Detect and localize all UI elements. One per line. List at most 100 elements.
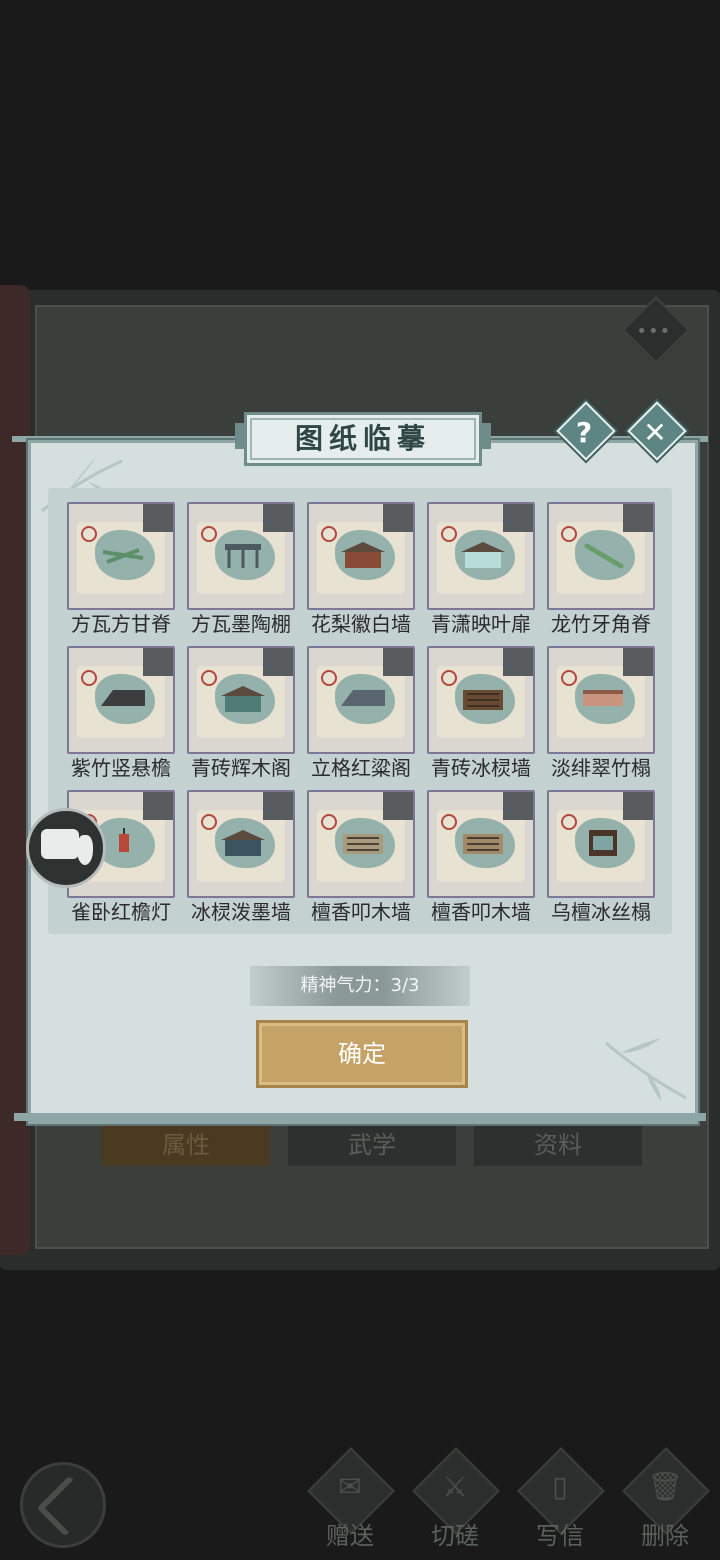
blueprint-card[interactable]	[547, 502, 655, 610]
furniture-blueprint-icon	[102, 548, 144, 564]
seal-icon	[321, 526, 337, 542]
corner-badge	[263, 504, 293, 532]
seal-icon	[561, 814, 577, 830]
corner-badge	[383, 792, 413, 820]
corner-badge	[623, 792, 653, 820]
title-plate-ear-right	[479, 423, 491, 449]
furniture-blueprint-icon	[341, 690, 385, 706]
letter-label: 写信	[536, 1522, 584, 1550]
blueprint-item[interactable]: 檀香叩木墙	[427, 790, 535, 924]
blueprint-item[interactable]: 龙竹牙角脊	[547, 502, 655, 636]
blueprint-item[interactable]: 方瓦方甘脊	[67, 502, 175, 636]
seal-icon	[201, 526, 217, 542]
seal-icon	[441, 814, 457, 830]
corner-badge	[143, 792, 173, 820]
blueprint-item[interactable]: 方瓦墨陶棚	[187, 502, 295, 636]
blueprint-name: 淡绯翠竹榻	[551, 756, 651, 780]
blueprint-item[interactable]: 乌檀冰丝榻	[547, 790, 655, 924]
seal-icon	[201, 814, 217, 830]
energy-status: 精神气力：3/3	[250, 966, 470, 1006]
blueprint-item[interactable]: 淡绯翠竹榻	[547, 646, 655, 780]
seal-icon	[321, 814, 337, 830]
furniture-blueprint-icon	[584, 543, 624, 569]
tab-profile[interactable]: 资料	[472, 1122, 644, 1168]
close-icon[interactable]: ✕	[634, 412, 676, 454]
more-icon: •••	[636, 320, 672, 342]
gift-button[interactable]: ✉ 赠送	[305, 1447, 395, 1552]
blueprint-card[interactable]	[187, 646, 295, 754]
delete-label: 删除	[641, 1522, 689, 1550]
blueprint-card[interactable]	[187, 502, 295, 610]
seal-icon	[561, 670, 577, 686]
seal-icon	[441, 670, 457, 686]
blueprint-card[interactable]	[67, 502, 175, 610]
blueprint-item[interactable]: 青潇映叶扉	[427, 502, 535, 636]
bottom-bar: ✉ 赠送 ⚔ 切磋 ▯ 写信 🗑 删除	[0, 1447, 720, 1560]
furniture-blueprint-icon	[221, 686, 265, 712]
furniture-blueprint-icon	[461, 542, 505, 568]
blueprint-card[interactable]	[307, 502, 415, 610]
corner-badge	[503, 504, 533, 532]
corner-badge	[263, 648, 293, 676]
blueprint-name: 乌檀冰丝榻	[551, 900, 651, 924]
blueprint-name: 花梨徽白墙	[311, 612, 411, 636]
furniture-blueprint-icon	[221, 830, 265, 856]
blueprint-name: 冰棂泼墨墙	[191, 900, 291, 924]
blueprint-name: 方瓦墨陶棚	[191, 612, 291, 636]
write-letter-button[interactable]: ▯ 写信	[515, 1447, 605, 1552]
blueprint-name: 檀香叩木墙	[311, 900, 411, 924]
blueprint-card[interactable]	[547, 646, 655, 754]
corner-badge	[383, 504, 413, 532]
tab-martial-arts[interactable]: 武学	[286, 1122, 458, 1168]
delete-button[interactable]: 🗑 删除	[620, 1447, 710, 1552]
seal-icon	[81, 670, 97, 686]
blueprint-name: 雀卧红檐灯	[71, 900, 171, 924]
blueprint-card[interactable]	[547, 790, 655, 898]
vase-icon	[77, 835, 93, 865]
question-icon[interactable]: ?	[563, 412, 605, 454]
blueprint-card[interactable]	[307, 646, 415, 754]
confirm-button[interactable]: 确定	[256, 1020, 468, 1088]
background-tabs: 属性 武学 资料	[100, 1122, 644, 1168]
back-arrow-icon	[36, 1475, 98, 1537]
blueprint-card[interactable]	[187, 790, 295, 898]
blueprint-item[interactable]: 檀香叩木墙	[307, 790, 415, 924]
blueprint-item[interactable]: 冰棂泼墨墙	[187, 790, 295, 924]
blueprint-item[interactable]: 立格红粱阁	[307, 646, 415, 780]
corner-badge	[623, 648, 653, 676]
corner-badge	[503, 648, 533, 676]
letter-icon: ▯	[552, 1470, 568, 1503]
blueprint-card[interactable]	[307, 790, 415, 898]
blueprint-card[interactable]	[427, 790, 535, 898]
blueprint-item[interactable]: 紫竹竖悬檐	[67, 646, 175, 780]
furniture-blueprint-icon	[341, 542, 385, 568]
chat-button[interactable]	[26, 808, 106, 888]
blueprint-item[interactable]: 青砖冰棂墙	[427, 646, 535, 780]
corner-badge	[263, 792, 293, 820]
furniture-blueprint-icon	[463, 690, 503, 710]
blueprint-item[interactable]: 花梨徽白墙	[307, 502, 415, 636]
furniture-blueprint-icon	[463, 834, 503, 854]
corner-badge	[143, 504, 173, 532]
blueprint-name: 青潇映叶扉	[431, 612, 531, 636]
back-button[interactable]	[20, 1462, 106, 1548]
title-plate-ear-left	[235, 423, 247, 449]
seal-icon	[441, 526, 457, 542]
corner-badge	[623, 504, 653, 532]
blueprint-card[interactable]	[67, 646, 175, 754]
spar-label: 切磋	[431, 1522, 479, 1550]
tab-attributes[interactable]: 属性	[100, 1122, 272, 1168]
seal-icon	[321, 670, 337, 686]
dialog-bottom-rail	[14, 1113, 706, 1121]
blueprint-name: 龙竹牙角脊	[551, 612, 651, 636]
trash-icon: 🗑	[647, 1470, 683, 1503]
spar-button[interactable]: ⚔ 切磋	[410, 1447, 500, 1552]
seal-icon	[201, 670, 217, 686]
sword-icon: ⚔	[442, 1470, 468, 1503]
blueprint-item[interactable]: 青砖辉木阁	[187, 646, 295, 780]
blueprint-name: 立格红粱阁	[311, 756, 411, 780]
furniture-blueprint-icon	[225, 544, 261, 568]
blueprint-grid: 方瓦方甘脊 方瓦墨陶棚 花梨徽白墙 青潇映叶扉 龙竹牙角脊紫竹竖悬檐 青砖辉木阁 立格红粱阁…	[48, 488, 672, 934]
blueprint-card[interactable]	[427, 646, 535, 754]
blueprint-card[interactable]	[427, 502, 535, 610]
